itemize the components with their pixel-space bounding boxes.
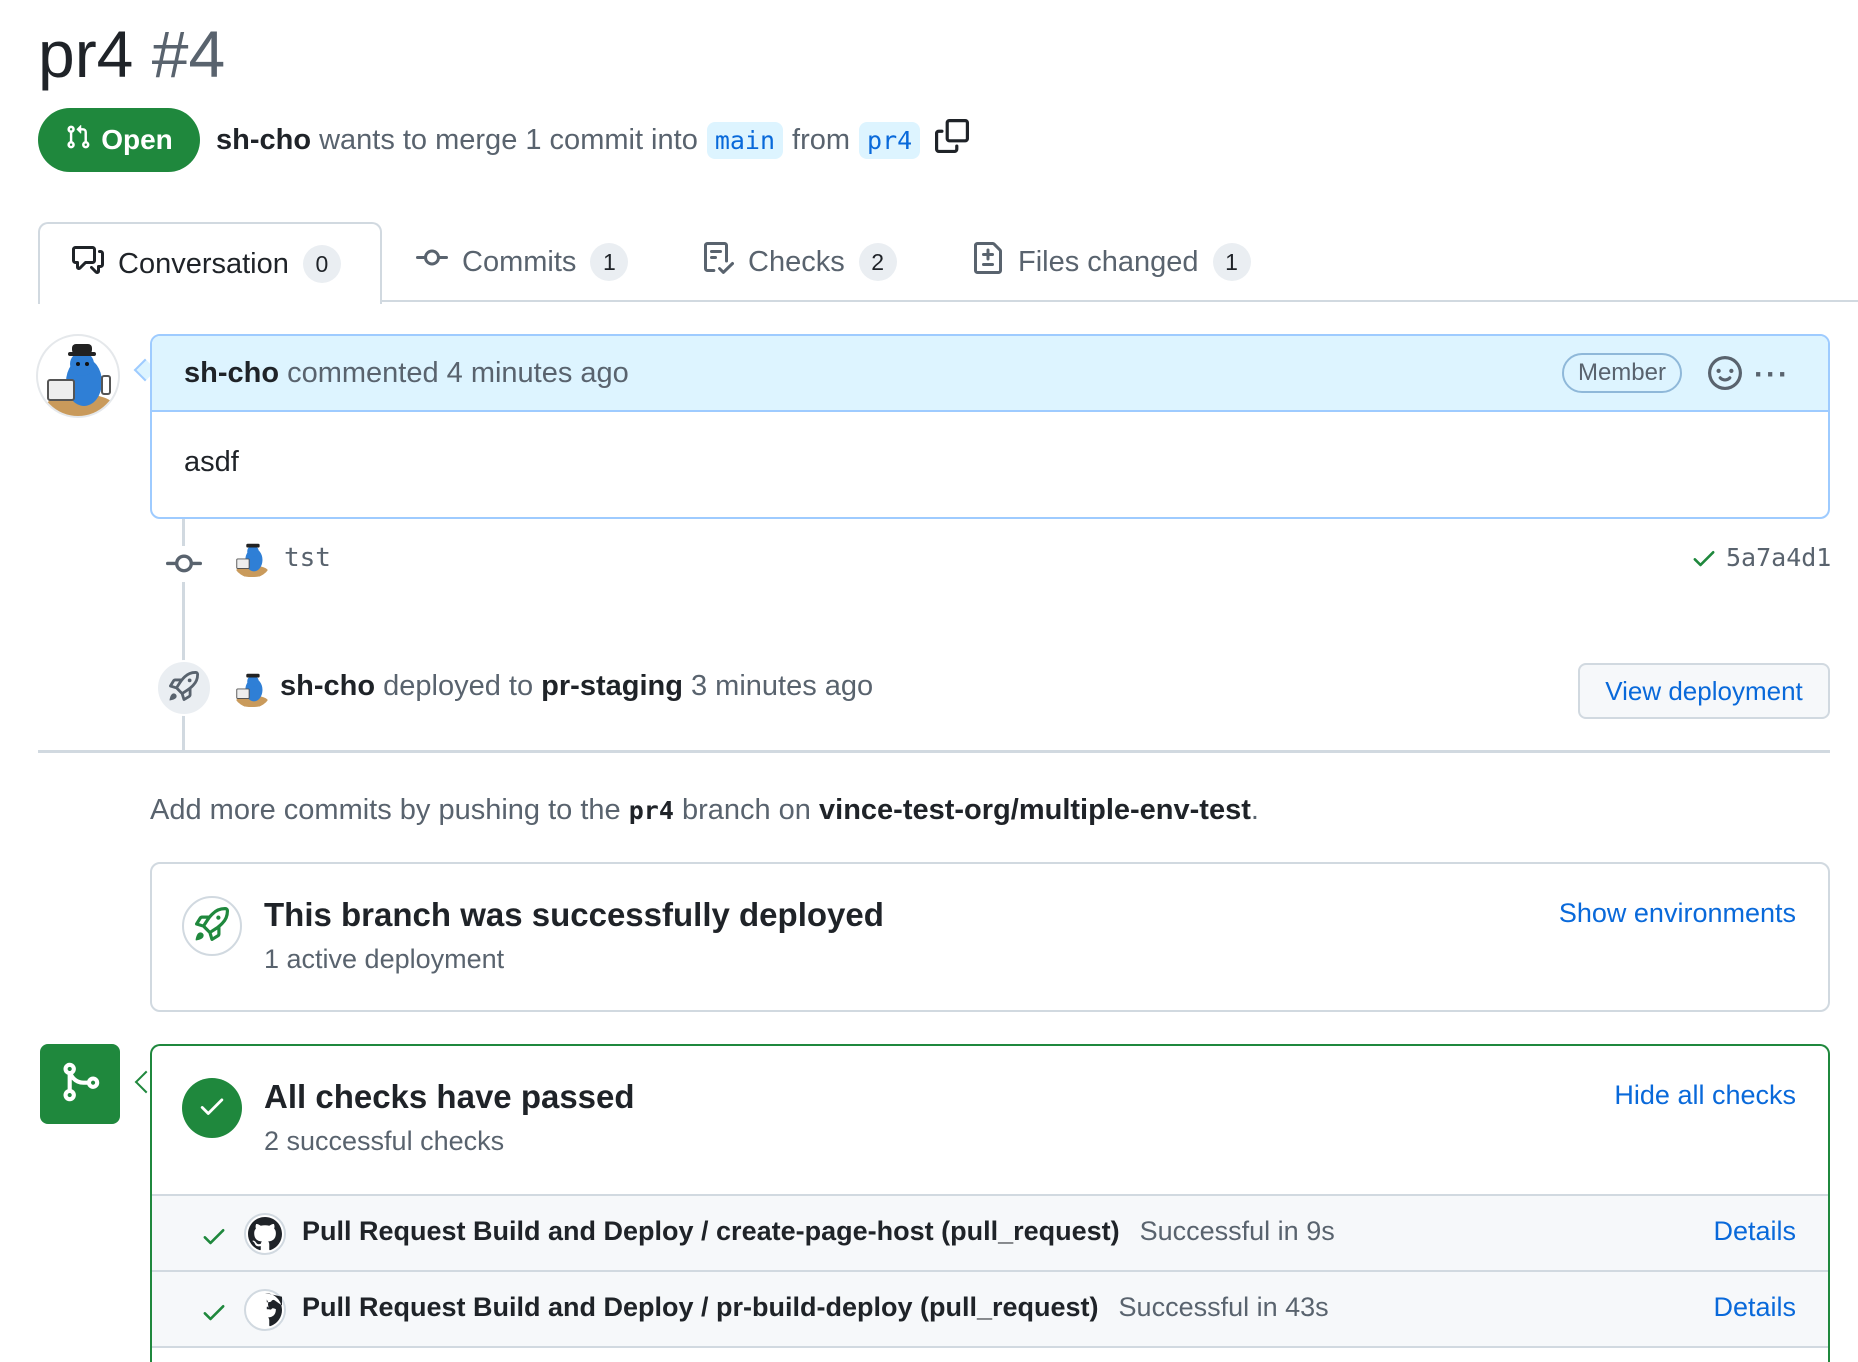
github-logo-icon bbox=[244, 1289, 286, 1331]
tab-commits[interactable]: Commits 1 bbox=[384, 222, 660, 302]
tab-files-changed-label: Files changed bbox=[1018, 245, 1199, 278]
pr-title: pr4 #4 bbox=[38, 14, 225, 94]
timeline-divider bbox=[38, 750, 1830, 753]
base-branch[interactable]: main bbox=[706, 121, 784, 159]
deployer-avatar[interactable] bbox=[232, 668, 272, 708]
commit-message[interactable]: tst bbox=[284, 540, 331, 576]
hide-all-checks-link[interactable]: Hide all checks bbox=[1614, 1080, 1796, 1111]
git-merge-icon bbox=[58, 1060, 102, 1109]
checklist-icon bbox=[702, 242, 735, 282]
pr-number: #4 bbox=[151, 17, 226, 91]
deploy-box-subtitle: 1 active deployment bbox=[264, 944, 505, 974]
member-badge: Member bbox=[1561, 353, 1682, 393]
check-name: Pull Request Build and Deploy / pr-build… bbox=[302, 1292, 1099, 1322]
check-status: Successful in 43s bbox=[1118, 1292, 1329, 1322]
git-commit-icon bbox=[416, 242, 448, 282]
check-icon bbox=[200, 1222, 228, 1255]
git-pull-request-icon bbox=[65, 123, 91, 158]
pr-author-link[interactable]: sh-cho bbox=[216, 124, 311, 157]
deployment-status-box: This branch was successfully deployed 1 … bbox=[150, 862, 1830, 1012]
view-deployment-button[interactable]: View deployment bbox=[1578, 663, 1830, 719]
pr-title-text: pr4 bbox=[38, 17, 134, 91]
comment-discussion-icon bbox=[72, 244, 104, 284]
file-diff-icon bbox=[972, 242, 1004, 282]
show-environments-link[interactable]: Show environments bbox=[1559, 898, 1796, 929]
check-row-name: Pull Request Build and Deploy / pr-build… bbox=[302, 1292, 1329, 1323]
tab-checks-label: Checks bbox=[748, 245, 845, 278]
tab-commits-label: Commits bbox=[462, 245, 577, 278]
comment-author-avatar[interactable] bbox=[36, 334, 120, 418]
deploy-event-icon bbox=[156, 660, 212, 716]
check-name: Pull Request Build and Deploy / create-p… bbox=[302, 1216, 1120, 1246]
kebab-icon[interactable]: ··· bbox=[1754, 358, 1790, 392]
copy-icon[interactable] bbox=[935, 119, 970, 161]
comment-author[interactable]: sh-cho bbox=[184, 357, 279, 390]
push-note-middle: branch on bbox=[681, 794, 811, 826]
pr-tabs: Conversation 0 Commits 1 Checks 2 Files … bbox=[0, 222, 1858, 304]
check-status: Successful in 9s bbox=[1139, 1216, 1335, 1246]
check-details-link[interactable]: Details bbox=[1713, 1216, 1796, 1247]
checks-subtitle: 2 successful checks bbox=[264, 1126, 505, 1156]
check-icon bbox=[200, 1298, 228, 1331]
push-note-prefix: Add more commits by pushing to the bbox=[150, 794, 621, 826]
comment-action[interactable]: commented 4 minutes ago bbox=[287, 357, 629, 390]
tab-checks[interactable]: Checks 2 bbox=[670, 222, 929, 302]
push-note: Add more commits by pushing to the pr4 b… bbox=[150, 790, 1259, 831]
checks-title: All checks have passed bbox=[264, 1078, 635, 1115]
tab-checks-count: 2 bbox=[858, 243, 897, 281]
commit-author-avatar[interactable] bbox=[232, 538, 272, 578]
deploy-event-text: sh-cho deployed to pr-staging 3 minutes … bbox=[280, 666, 873, 706]
pr-state-badge: Open bbox=[38, 108, 200, 172]
deploy-box-title: This branch was successfully deployed bbox=[264, 896, 884, 933]
pr-merge-meta: sh-cho wants to merge 1 commit into main… bbox=[216, 116, 970, 164]
check-details-link[interactable]: Details bbox=[1713, 1292, 1796, 1323]
tab-conversation-label: Conversation bbox=[118, 247, 289, 280]
check-row: Pull Request Build and Deploy / pr-build… bbox=[152, 1272, 1828, 1348]
checks-passed-icon bbox=[182, 1078, 242, 1138]
commit-sha[interactable]: 5a7a4d1 bbox=[1726, 540, 1831, 576]
merge-text: wants to merge 1 commit into bbox=[319, 123, 698, 156]
tab-files-changed[interactable]: Files changed 1 bbox=[940, 222, 1283, 302]
tab-files-changed-count: 1 bbox=[1212, 243, 1251, 281]
rocket-icon bbox=[194, 906, 229, 946]
rocket-icon bbox=[168, 670, 199, 706]
check-icon bbox=[197, 1091, 227, 1126]
push-note-repo[interactable]: vince-test-org/multiple-env-test bbox=[819, 794, 1251, 826]
checks-box: All checks have passed 2 successful chec… bbox=[150, 1044, 1830, 1362]
tab-conversation-count: 0 bbox=[302, 245, 341, 283]
deploy-action: deployed to bbox=[383, 670, 534, 702]
github-logo-icon bbox=[244, 1213, 286, 1255]
smiley-icon[interactable] bbox=[1708, 356, 1742, 395]
deploy-environment[interactable]: pr-staging bbox=[541, 670, 683, 702]
push-note-branch: pr4 bbox=[628, 796, 674, 825]
deployer-name[interactable]: sh-cho bbox=[280, 670, 375, 702]
pr-state-label: Open bbox=[101, 124, 173, 155]
deploy-time[interactable]: 3 minutes ago bbox=[691, 670, 873, 702]
tab-commits-count: 1 bbox=[590, 243, 629, 281]
comment-body: asdf bbox=[184, 446, 239, 478]
push-note-suffix: . bbox=[1250, 794, 1259, 826]
check-row-name: Pull Request Build and Deploy / create-p… bbox=[302, 1216, 1335, 1247]
deploy-status-icon bbox=[182, 896, 242, 956]
merge-status-icon bbox=[40, 1044, 120, 1124]
check-icon[interactable] bbox=[1690, 544, 1718, 577]
comment-box: sh-cho commented 4 minutes ago Member ··… bbox=[150, 334, 1830, 519]
check-row: Pull Request Build and Deploy / create-p… bbox=[152, 1196, 1828, 1272]
git-commit-icon bbox=[166, 546, 202, 587]
checks-header: All checks have passed 2 successful chec… bbox=[152, 1046, 1828, 1196]
tab-conversation[interactable]: Conversation 0 bbox=[38, 222, 382, 304]
head-branch[interactable]: pr4 bbox=[859, 121, 921, 159]
from-text: from bbox=[792, 123, 851, 156]
